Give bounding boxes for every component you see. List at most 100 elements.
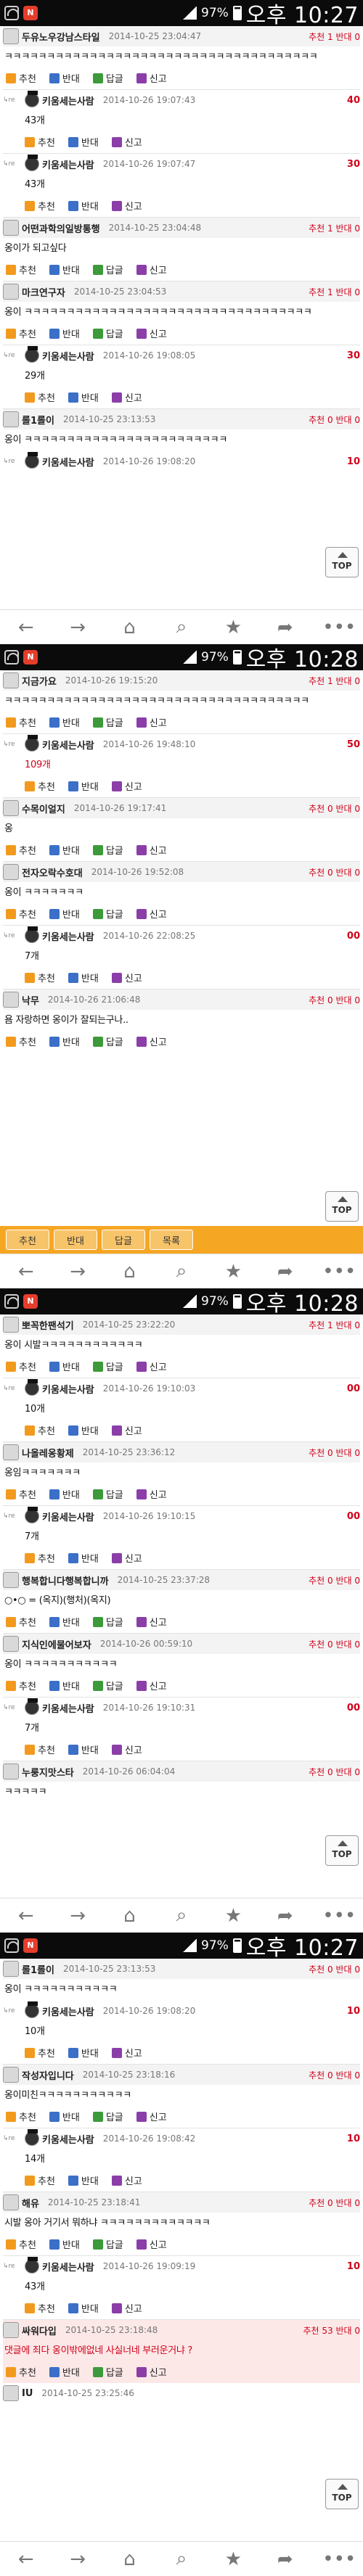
oppose-button[interactable]: 반대	[49, 843, 80, 857]
comment-author[interactable]: 키움세는사람	[42, 349, 94, 363]
comment-author[interactable]: 어떤과학의일방통행	[22, 221, 100, 235]
recommend-button[interactable]: 추천	[6, 1359, 36, 1373]
star-icon[interactable]: ★	[219, 1261, 248, 1283]
report-button[interactable]: 신고	[136, 2365, 167, 2379]
report-button[interactable]: 신고	[111, 779, 142, 793]
reply-button[interactable]: 답글	[92, 1679, 123, 1692]
search-icon[interactable]: ⌕	[167, 1260, 196, 1283]
reply-button[interactable]: 답글	[92, 1615, 123, 1629]
recommend-button[interactable]: 추천	[6, 2365, 36, 2379]
search-icon[interactable]: ⌕	[167, 2548, 196, 2570]
oppose-button[interactable]: 반대	[49, 71, 80, 85]
share-icon[interactable]: ➦	[271, 2548, 300, 2570]
reply-button[interactable]: 답글	[92, 715, 123, 729]
oppose-button[interactable]: 반대	[68, 2301, 99, 2315]
oppose-button[interactable]: 반대	[68, 779, 99, 793]
report-button[interactable]: 신고	[136, 1679, 167, 1692]
oppose-button[interactable]: 반대	[49, 326, 80, 340]
recommend-button[interactable]: 추천	[6, 1615, 36, 1629]
report-button[interactable]: 신고	[136, 2237, 167, 2251]
recommend-button[interactable]: 추천	[25, 1742, 55, 1756]
comment-author[interactable]: 키움세는사람	[42, 738, 94, 752]
reply-button[interactable]: 답글	[92, 1034, 123, 1048]
comment-author[interactable]: IU	[22, 2388, 33, 2399]
comment-author[interactable]: 키움세는사람	[42, 1701, 94, 1715]
recommend-button[interactable]: 추천	[6, 326, 36, 340]
oppose-button[interactable]: 반대	[49, 2110, 80, 2123]
home-icon[interactable]: ⌂	[115, 1905, 144, 1927]
report-button[interactable]: 신고	[136, 1615, 167, 1629]
recommend-button[interactable]: 추천	[6, 1679, 36, 1692]
comment-author[interactable]: 롤1롤이	[22, 413, 54, 427]
oppose-button[interactable]: 반대	[68, 135, 99, 149]
comment-author[interactable]: 지금가요	[22, 674, 57, 688]
star-icon[interactable]: ★	[219, 2548, 248, 2570]
recommend-button[interactable]: 추천	[25, 199, 55, 213]
search-icon[interactable]: ⌕	[167, 616, 196, 638]
comment-author[interactable]: 낙무	[22, 993, 39, 1007]
recommend-button[interactable]: 추천	[25, 1551, 55, 1565]
reply-button[interactable]: 답글	[92, 1487, 123, 1501]
recommend-button[interactable]: 추천	[6, 1487, 36, 1501]
comment-author[interactable]: 키움세는사람	[42, 94, 94, 107]
report-button[interactable]: 신고	[136, 907, 167, 921]
oppose-button[interactable]: 반대	[49, 907, 80, 921]
more-icon[interactable]: •••	[322, 1905, 356, 1927]
oppose-button[interactable]: 반대	[68, 2046, 99, 2059]
oppose-button[interactable]: 반대	[68, 1742, 99, 1756]
comment-author[interactable]: 뽀꼭한팬석기	[22, 1318, 74, 1332]
report-button[interactable]: 신고	[136, 1359, 167, 1373]
oppose-button[interactable]: 반대	[68, 199, 99, 213]
oppose-button[interactable]: 반대	[68, 1551, 99, 1565]
star-icon[interactable]: ★	[219, 1905, 248, 1927]
star-icon[interactable]: ★	[219, 617, 248, 638]
reply-button[interactable]: 답글	[92, 2237, 123, 2251]
oppose-button[interactable]: 반대	[49, 263, 80, 276]
recommend-button[interactable]: 추천	[6, 1034, 36, 1048]
comment-author[interactable]: 키움세는사람	[42, 2004, 94, 2018]
share-icon[interactable]: ➦	[271, 1905, 300, 1927]
comment-author[interactable]: 롤1롤이	[22, 1962, 54, 1976]
comment-author[interactable]: 키움세는사람	[42, 2260, 94, 2273]
report-button[interactable]: 신고	[111, 2173, 142, 2187]
scroll-top-button[interactable]: TOP	[325, 2479, 359, 2509]
more-icon[interactable]: •••	[322, 1261, 356, 1283]
comment-author[interactable]: 행복합니다행복합니까	[22, 1573, 109, 1587]
oppose-button[interactable]: 반대	[68, 2173, 99, 2187]
recommend-button[interactable]: 추천	[25, 2301, 55, 2315]
reply-button[interactable]: 답글	[92, 263, 123, 276]
recommend-button[interactable]: 추천	[25, 135, 55, 149]
scroll-top-button[interactable]: TOP	[325, 1835, 359, 1866]
home-icon[interactable]: ⌂	[115, 2548, 144, 2570]
oppose-button[interactable]: 반대	[68, 971, 99, 984]
oppose-post-button[interactable]: 반대	[54, 1230, 97, 1250]
reply-post-button[interactable]: 답글	[102, 1230, 145, 1250]
oppose-button[interactable]: 반대	[49, 2365, 80, 2379]
comment-author[interactable]: 키움세는사람	[42, 1382, 94, 1396]
forward-icon[interactable]: →	[63, 1905, 92, 1927]
recommend-button[interactable]: 추천	[25, 390, 55, 404]
comment-author[interactable]: 누룽지맛스타	[22, 1765, 74, 1779]
more-icon[interactable]: •••	[322, 2548, 356, 2570]
oppose-button[interactable]: 반대	[49, 715, 80, 729]
oppose-button[interactable]: 반대	[49, 1359, 80, 1373]
report-button[interactable]: 신고	[111, 390, 142, 404]
report-button[interactable]: 신고	[136, 715, 167, 729]
comment-author[interactable]: 작성자입니다	[22, 2068, 74, 2082]
recommend-button[interactable]: 추천	[25, 971, 55, 984]
report-button[interactable]: 신고	[136, 1487, 167, 1501]
recommend-button[interactable]: 추천	[6, 715, 36, 729]
oppose-button[interactable]: 반대	[68, 1423, 99, 1437]
oppose-button[interactable]: 반대	[49, 1679, 80, 1692]
comment-author[interactable]: 싸워다입	[22, 2324, 57, 2337]
report-button[interactable]: 신고	[136, 1034, 167, 1048]
back-icon[interactable]: ←	[12, 1905, 41, 1927]
oppose-button[interactable]: 반대	[49, 1034, 80, 1048]
comment-author[interactable]: 지식인에물어보자	[22, 1637, 91, 1651]
recommend-button[interactable]: 추천	[25, 1423, 55, 1437]
comment-author[interactable]: 키움세는사람	[42, 455, 94, 469]
recommend-button[interactable]: 추천	[6, 71, 36, 85]
recommend-button[interactable]: 추천	[6, 2237, 36, 2251]
recommend-button[interactable]: 추천	[6, 907, 36, 921]
report-button[interactable]: 신고	[111, 1742, 142, 1756]
